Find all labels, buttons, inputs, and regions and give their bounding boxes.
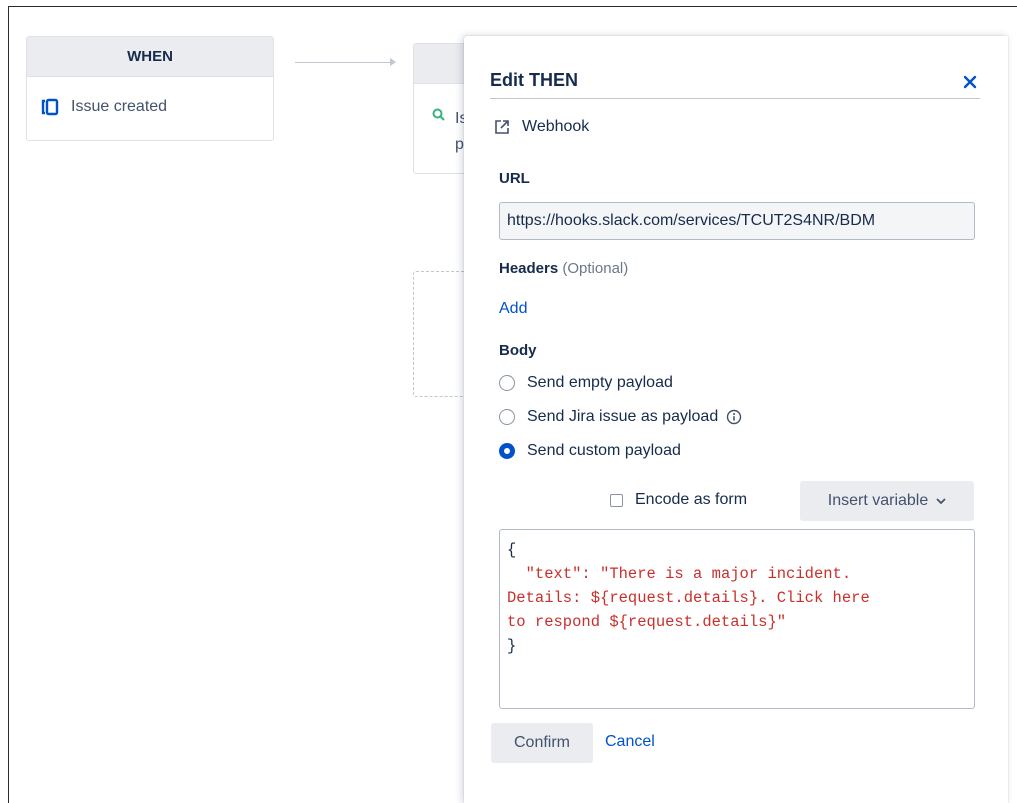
code-line-3: to respond ${request.details}" [507,613,787,631]
encode-as-form-label: Encode as form [635,491,748,508]
add-header-link[interactable]: Add [499,300,527,318]
edit-then-panel: Edit THEN Webhook URL https://hooks.slac… [464,36,1008,803]
action-label: Webhook [522,118,590,135]
panel-title: Edit THEN [490,70,578,90]
checkbox[interactable] [610,493,623,507]
code-open-brace: { [507,541,517,559]
info-icon[interactable] [726,409,742,425]
chevron-down-icon [936,497,946,505]
radio-label: Send Jira issue as payload [527,408,719,425]
issue-created-icon [41,98,59,116]
code-line-2: Details: ${request.details}. Click here [507,589,870,607]
close-icon[interactable] [962,74,978,90]
trigger-item[interactable]: Issue created [27,77,273,137]
code-close-brace: } [507,637,517,655]
condition-text-line2: p [455,136,464,153]
connector-arrow-icon [390,58,396,66]
url-input[interactable]: https://hooks.slack.com/services/TCUT2S4… [499,202,975,240]
url-label: URL [499,170,530,187]
headers-optional: (Optional) [562,260,629,277]
search-icon [432,108,445,121]
headers-label: Headers (Optional) [499,260,628,277]
confirm-button[interactable]: Confirm [491,723,593,763]
radio-button[interactable] [499,409,515,425]
action-type: Webhook [494,118,589,136]
trigger-card-header: WHEN [27,37,273,77]
custom-payload-editor[interactable]: { "text": "There is a major incident. De… [499,529,975,709]
code-line-1: "text": "There is a major incident. [507,565,852,583]
radio-custom-payload[interactable]: Send custom payload [499,442,681,460]
insert-variable-button[interactable]: Insert variable [800,481,974,521]
radio-label: Send custom payload [527,442,681,459]
trigger-item-label: Issue created [71,98,168,115]
radio-button-checked[interactable] [499,443,515,459]
radio-jira-payload[interactable]: Send Jira issue as payload [499,408,742,426]
panel-divider [490,98,980,99]
radio-label: Send empty payload [527,374,673,391]
encode-as-form-checkbox[interactable]: Encode as form [610,491,747,509]
cancel-button[interactable]: Cancel [605,733,655,751]
insert-variable-label: Insert variable [827,492,929,509]
body-label: Body [499,342,537,359]
radio-button[interactable] [499,375,515,391]
trigger-card[interactable]: WHEN Issue created [26,36,274,141]
external-link-icon [494,119,510,135]
radio-empty-payload[interactable]: Send empty payload [499,374,673,392]
headers-label-text: Headers [499,260,559,277]
connector-line [295,62,395,63]
